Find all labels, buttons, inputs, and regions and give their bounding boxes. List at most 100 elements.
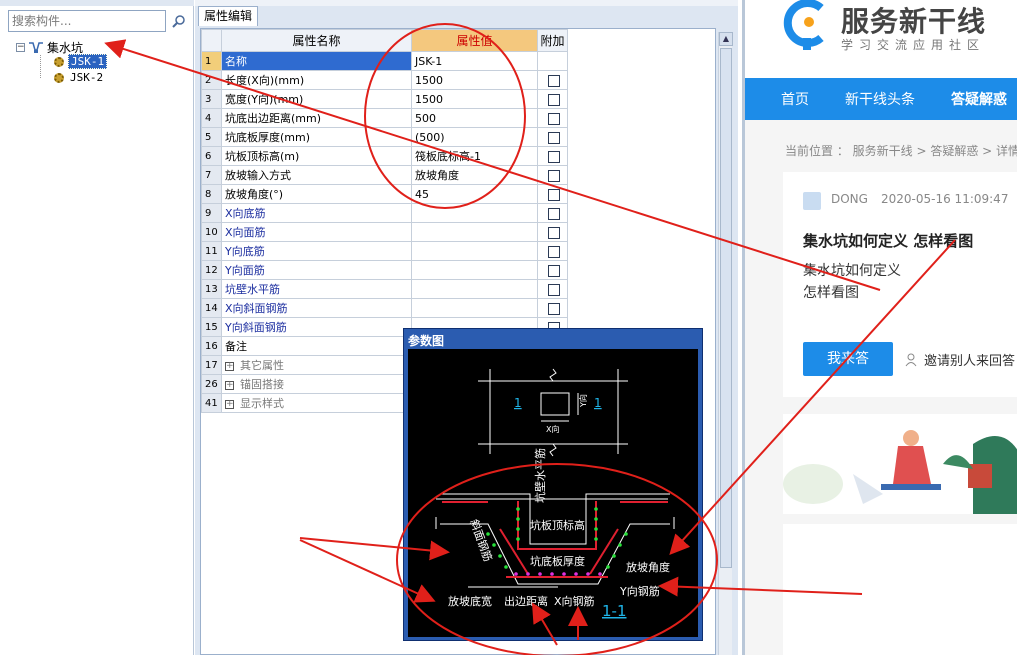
extra-cell bbox=[537, 127, 568, 147]
property-name[interactable]: + 锚固搭接 bbox=[221, 374, 412, 394]
extra-checkbox[interactable] bbox=[548, 283, 560, 296]
extra-checkbox[interactable] bbox=[548, 188, 560, 201]
property-name[interactable]: + 其它属性 bbox=[221, 355, 412, 375]
property-row[interactable]: 10 X向面筋 bbox=[201, 222, 568, 242]
property-row[interactable]: 9 X向底筋 bbox=[201, 203, 568, 223]
extra-checkbox[interactable] bbox=[548, 207, 560, 220]
property-value[interactable] bbox=[411, 203, 538, 223]
property-value[interactable]: 500 bbox=[411, 108, 538, 128]
extra-checkbox[interactable] bbox=[548, 150, 560, 163]
property-name[interactable]: 长度(X向)(mm) bbox=[221, 70, 412, 90]
column-header-value[interactable]: 属性值 bbox=[411, 29, 538, 52]
property-name[interactable]: 坑底板厚度(mm) bbox=[221, 127, 412, 147]
property-row[interactable]: 8 放坡角度(°) 45 bbox=[201, 184, 568, 204]
property-row[interactable]: 2 长度(X向)(mm) 1500 bbox=[201, 70, 568, 90]
expand-icon[interactable]: + bbox=[225, 399, 234, 409]
author-name[interactable]: DONG bbox=[831, 192, 868, 206]
property-row[interactable]: 12 Y向面筋 bbox=[201, 260, 568, 280]
property-value[interactable]: 1500 bbox=[411, 89, 538, 109]
row-number: 3 bbox=[201, 89, 222, 109]
property-name[interactable]: 备注 bbox=[221, 336, 412, 356]
row-number: 15 bbox=[201, 317, 222, 337]
avatar[interactable] bbox=[803, 192, 821, 210]
tab-property-edit[interactable]: 属性编辑 bbox=[198, 6, 258, 26]
row-number: 17 bbox=[201, 355, 222, 375]
search-input[interactable]: 搜索构件... bbox=[8, 10, 166, 32]
property-name[interactable]: X向面筋 bbox=[221, 222, 412, 242]
property-name[interactable]: X向底筋 bbox=[221, 203, 412, 223]
scroll-up-icon[interactable]: ▲ bbox=[719, 32, 733, 46]
nav-item-home[interactable]: 首页 bbox=[781, 89, 809, 109]
property-value[interactable] bbox=[411, 298, 538, 318]
property-value[interactable] bbox=[411, 279, 538, 299]
question-body: 集水坑如何定义 怎样看图 bbox=[803, 260, 901, 304]
property-value[interactable]: JSK-1 bbox=[411, 51, 538, 71]
extra-cell bbox=[537, 298, 568, 318]
extra-checkbox[interactable] bbox=[548, 226, 560, 239]
property-value[interactable]: 45 bbox=[411, 184, 538, 204]
tree-item-jsk-2[interactable]: JSK-2 bbox=[54, 70, 105, 85]
property-name[interactable]: Y向斜面钢筋 bbox=[221, 317, 412, 337]
property-name[interactable]: Y向底筋 bbox=[221, 241, 412, 261]
property-value[interactable] bbox=[411, 241, 538, 261]
property-row[interactable]: 14 X向斜面钢筋 bbox=[201, 298, 568, 318]
panel-strip bbox=[0, 0, 194, 6]
invite-link[interactable]: 邀请别人来回答 bbox=[905, 350, 1015, 369]
site-brand[interactable]: 服务新干线 bbox=[841, 0, 986, 40]
property-row[interactable]: 1 名称 JSK-1 bbox=[201, 51, 568, 71]
extra-checkbox[interactable] bbox=[548, 302, 560, 315]
extra-cell bbox=[537, 108, 568, 128]
property-name[interactable]: + 显示样式 bbox=[221, 393, 412, 413]
nav-item-qa[interactable]: 答疑解惑 bbox=[951, 89, 1007, 109]
search-icon[interactable] bbox=[168, 10, 190, 32]
breadcrumb[interactable]: 当前位置 ： 服务新干线 > 答疑解惑 > 详情 bbox=[785, 142, 1017, 159]
extra-checkbox[interactable] bbox=[548, 245, 560, 258]
property-row[interactable]: 3 宽度(Y向)(mm) 1500 bbox=[201, 89, 568, 109]
property-row[interactable]: 5 坑底板厚度(mm) (500) bbox=[201, 127, 568, 147]
column-header-extra[interactable]: 附加 bbox=[537, 29, 568, 52]
property-name[interactable]: 坑板顶标高(m) bbox=[221, 146, 412, 166]
parameter-diagram-window[interactable]: 参数图 1 1 X向 Y向 坑壁水平筋 坑板顶标高 坑底板厚度 放坡角度 Y向钢… bbox=[403, 328, 703, 641]
scrollbar-thumb[interactable] bbox=[720, 48, 732, 568]
vertical-scrollbar[interactable]: ▲ bbox=[718, 32, 733, 655]
property-value[interactable] bbox=[411, 222, 538, 242]
expand-icon[interactable]: + bbox=[225, 361, 234, 371]
expand-icon[interactable]: + bbox=[225, 380, 234, 390]
property-value[interactable]: (500) bbox=[411, 127, 538, 147]
x-direction-label: X向 bbox=[546, 424, 559, 434]
collapse-icon[interactable]: − bbox=[16, 42, 25, 52]
tree-item-jsk-1[interactable]: JSK-1 bbox=[54, 54, 108, 69]
extra-checkbox[interactable] bbox=[548, 264, 560, 277]
property-name[interactable]: 名称 bbox=[221, 51, 412, 71]
extra-checkbox[interactable] bbox=[548, 93, 560, 106]
property-name[interactable]: 放坡输入方式 bbox=[221, 165, 412, 185]
property-row[interactable]: 11 Y向底筋 bbox=[201, 241, 568, 261]
property-name[interactable]: 坑壁水平筋 bbox=[221, 279, 412, 299]
property-value[interactable]: 筏板底标高-1 bbox=[411, 146, 538, 166]
property-value[interactable]: 放坡角度 bbox=[411, 165, 538, 185]
extra-checkbox[interactable] bbox=[548, 112, 560, 125]
row-number: 6 bbox=[201, 146, 222, 166]
column-header-name[interactable]: 属性名称 bbox=[221, 29, 412, 52]
tree-root-item[interactable]: − 集水坑 bbox=[16, 39, 83, 55]
property-name[interactable]: 宽度(Y向)(mm) bbox=[221, 89, 412, 109]
dialog-title: 参数图 bbox=[408, 334, 445, 348]
property-row[interactable]: 13 坑壁水平筋 bbox=[201, 279, 568, 299]
property-value[interactable]: 1500 bbox=[411, 70, 538, 90]
promo-banner[interactable] bbox=[783, 414, 1017, 514]
property-name[interactable]: X向斜面钢筋 bbox=[221, 298, 412, 318]
property-name[interactable]: 放坡角度(°) bbox=[221, 184, 412, 204]
extra-checkbox[interactable] bbox=[548, 74, 560, 87]
property-name[interactable]: Y向面筋 bbox=[221, 260, 412, 280]
answer-button[interactable]: 我来答 bbox=[803, 342, 893, 376]
property-row[interactable]: 7 放坡输入方式 放坡角度 bbox=[201, 165, 568, 185]
property-value[interactable] bbox=[411, 260, 538, 280]
extra-checkbox[interactable] bbox=[548, 131, 560, 144]
property-name[interactable]: 坑底出边距离(mm) bbox=[221, 108, 412, 128]
property-row[interactable]: 6 坑板顶标高(m) 筏板底标高-1 bbox=[201, 146, 568, 166]
nav-item-headlines[interactable]: 新干线头条 bbox=[845, 89, 915, 109]
extra-checkbox[interactable] bbox=[548, 169, 560, 182]
row-number: 7 bbox=[201, 165, 222, 185]
top-elevation-label: 坑板顶标高 bbox=[530, 518, 585, 532]
property-row[interactable]: 4 坑底出边距离(mm) 500 bbox=[201, 108, 568, 128]
